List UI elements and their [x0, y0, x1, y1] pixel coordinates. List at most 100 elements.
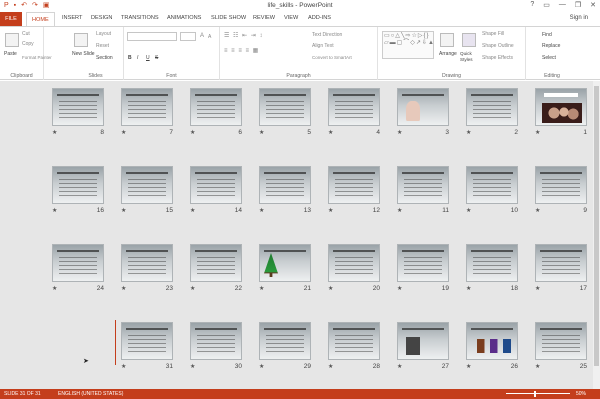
transition-star-icon[interactable]: ★	[466, 129, 471, 136]
transition-star-icon[interactable]: ★	[190, 363, 195, 370]
cut-button[interactable]: Cut	[22, 31, 30, 37]
slide-thumbnail[interactable]	[535, 322, 587, 360]
slide-thumbnail[interactable]	[52, 88, 104, 126]
transition-star-icon[interactable]: ★	[466, 207, 471, 214]
new-slide-button[interactable]: New Slide	[72, 51, 95, 57]
bold-button[interactable]: B	[128, 55, 132, 61]
transition-star-icon[interactable]: ★	[397, 207, 402, 214]
italic-button[interactable]: I	[137, 55, 138, 61]
transition-star-icon[interactable]: ★	[535, 285, 540, 292]
transition-star-icon[interactable]: ★	[121, 129, 126, 136]
transition-star-icon[interactable]: ★	[397, 363, 402, 370]
slide-thumbnail[interactable]	[397, 322, 449, 360]
slide-thumbnail[interactable]	[328, 244, 380, 282]
transition-star-icon[interactable]: ★	[328, 285, 333, 292]
slide-thumbnail[interactable]	[535, 244, 587, 282]
slide-thumbnail[interactable]	[535, 88, 587, 126]
transition-star-icon[interactable]: ★	[121, 207, 126, 214]
slide-thumbnail[interactable]	[466, 166, 518, 204]
slide-thumbnail[interactable]	[535, 166, 587, 204]
replace-button[interactable]: Replace	[542, 43, 560, 49]
format-painter-button[interactable]: Format Painter	[22, 55, 52, 60]
transition-star-icon[interactable]: ★	[190, 129, 195, 136]
find-button[interactable]: Find	[542, 32, 552, 38]
zoom-level[interactable]: 50%	[576, 389, 586, 399]
tab-animations[interactable]: ANIMATIONS	[167, 15, 201, 21]
tab-file[interactable]: FILE	[0, 12, 22, 26]
transition-star-icon[interactable]: ★	[190, 285, 195, 292]
transition-star-icon[interactable]: ★	[397, 285, 402, 292]
slide-thumbnail[interactable]	[328, 88, 380, 126]
transition-star-icon[interactable]: ★	[535, 363, 540, 370]
underline-button[interactable]: U	[146, 55, 150, 61]
slide-thumbnail[interactable]	[466, 88, 518, 126]
slide-thumbnail[interactable]	[466, 322, 518, 360]
transition-star-icon[interactable]: ★	[190, 207, 195, 214]
grow-font-button[interactable]: A	[200, 33, 204, 39]
slide-thumbnail[interactable]	[328, 322, 380, 360]
shape-effects-button[interactable]: Shape Effects	[482, 55, 513, 61]
transition-star-icon[interactable]: ★	[121, 285, 126, 292]
new-slide-icon[interactable]	[74, 33, 88, 47]
tab-review[interactable]: REVIEW	[253, 15, 275, 21]
transition-star-icon[interactable]: ★	[259, 207, 264, 214]
tab-design[interactable]: DESIGN	[91, 15, 112, 21]
transition-star-icon[interactable]: ★	[52, 285, 57, 292]
strikethrough-button[interactable]: S	[155, 55, 158, 61]
slide-thumbnail[interactable]	[190, 322, 242, 360]
reset-button[interactable]: Reset	[96, 43, 109, 49]
tab-view[interactable]: VIEW	[284, 15, 298, 21]
restore-icon[interactable]: ❐	[575, 1, 581, 9]
transition-star-icon[interactable]: ★	[466, 363, 471, 370]
quick-styles-button[interactable]: Quick Styles	[460, 51, 478, 63]
transition-star-icon[interactable]: ★	[535, 207, 540, 214]
slide-thumbnail[interactable]	[121, 88, 173, 126]
language-indicator[interactable]: ENGLISH (UNITED STATES)	[58, 389, 123, 399]
slide-thumbnail[interactable]	[52, 244, 104, 282]
transition-star-icon[interactable]: ★	[259, 363, 264, 370]
font-family-field[interactable]	[127, 32, 177, 41]
transition-star-icon[interactable]: ★	[328, 129, 333, 136]
transition-star-icon[interactable]: ★	[328, 363, 333, 370]
transition-star-icon[interactable]: ★	[121, 363, 126, 370]
transition-star-icon[interactable]: ★	[52, 207, 57, 214]
slide-thumbnail[interactable]	[259, 322, 311, 360]
transition-star-icon[interactable]: ★	[259, 285, 264, 292]
slide-thumbnail[interactable]	[259, 88, 311, 126]
arrange-button[interactable]: Arrange	[439, 51, 457, 57]
slide-thumbnail[interactable]	[52, 166, 104, 204]
text-direction-button[interactable]: Text Direction	[312, 32, 342, 38]
transition-star-icon[interactable]: ★	[535, 129, 540, 136]
slide-thumbnail[interactable]	[466, 244, 518, 282]
transition-star-icon[interactable]: ★	[397, 129, 402, 136]
slide-thumbnail[interactable]	[121, 322, 173, 360]
layout-button[interactable]: Layout	[96, 31, 111, 37]
shapes-gallery[interactable]: ▭○△╲⇨☆▷{}▱▬▢⌒◇↗⇩▲⌐◯	[382, 31, 434, 59]
shrink-font-button[interactable]: A	[208, 34, 211, 40]
transition-star-icon[interactable]: ★	[466, 285, 471, 292]
slide-thumbnail[interactable]	[397, 88, 449, 126]
slide-thumbnail[interactable]	[259, 166, 311, 204]
align-buttons[interactable]: ≡ ≡ ≡ ≡ ▦	[224, 47, 259, 54]
slide-thumbnail[interactable]	[190, 244, 242, 282]
zoom-slider[interactable]	[506, 393, 570, 394]
close-icon[interactable]: ✕	[590, 1, 596, 9]
paste-icon[interactable]	[5, 33, 19, 47]
slide-thumbnail[interactable]	[121, 244, 173, 282]
tab-transitions[interactable]: TRANSITIONS	[121, 15, 159, 21]
arrange-icon[interactable]	[440, 33, 454, 47]
section-button[interactable]: Section	[96, 55, 113, 61]
quick-styles-icon[interactable]	[462, 33, 476, 47]
align-text-button[interactable]: Align Text	[312, 43, 334, 49]
transition-star-icon[interactable]: ★	[259, 129, 264, 136]
slide-thumbnail[interactable]	[328, 166, 380, 204]
font-size-field[interactable]	[180, 32, 196, 41]
slide-thumbnail[interactable]	[397, 244, 449, 282]
paste-button[interactable]: Paste	[4, 51, 17, 57]
zoom-slider-knob[interactable]	[534, 391, 536, 397]
slide-thumbnail[interactable]	[121, 166, 173, 204]
help-icon[interactable]: ?	[530, 1, 534, 9]
list-buttons[interactable]: ☰ ☷ ⇤ ⇥ ↕	[224, 32, 263, 39]
transition-star-icon[interactable]: ★	[328, 207, 333, 214]
slide-thumbnail[interactable]	[190, 166, 242, 204]
